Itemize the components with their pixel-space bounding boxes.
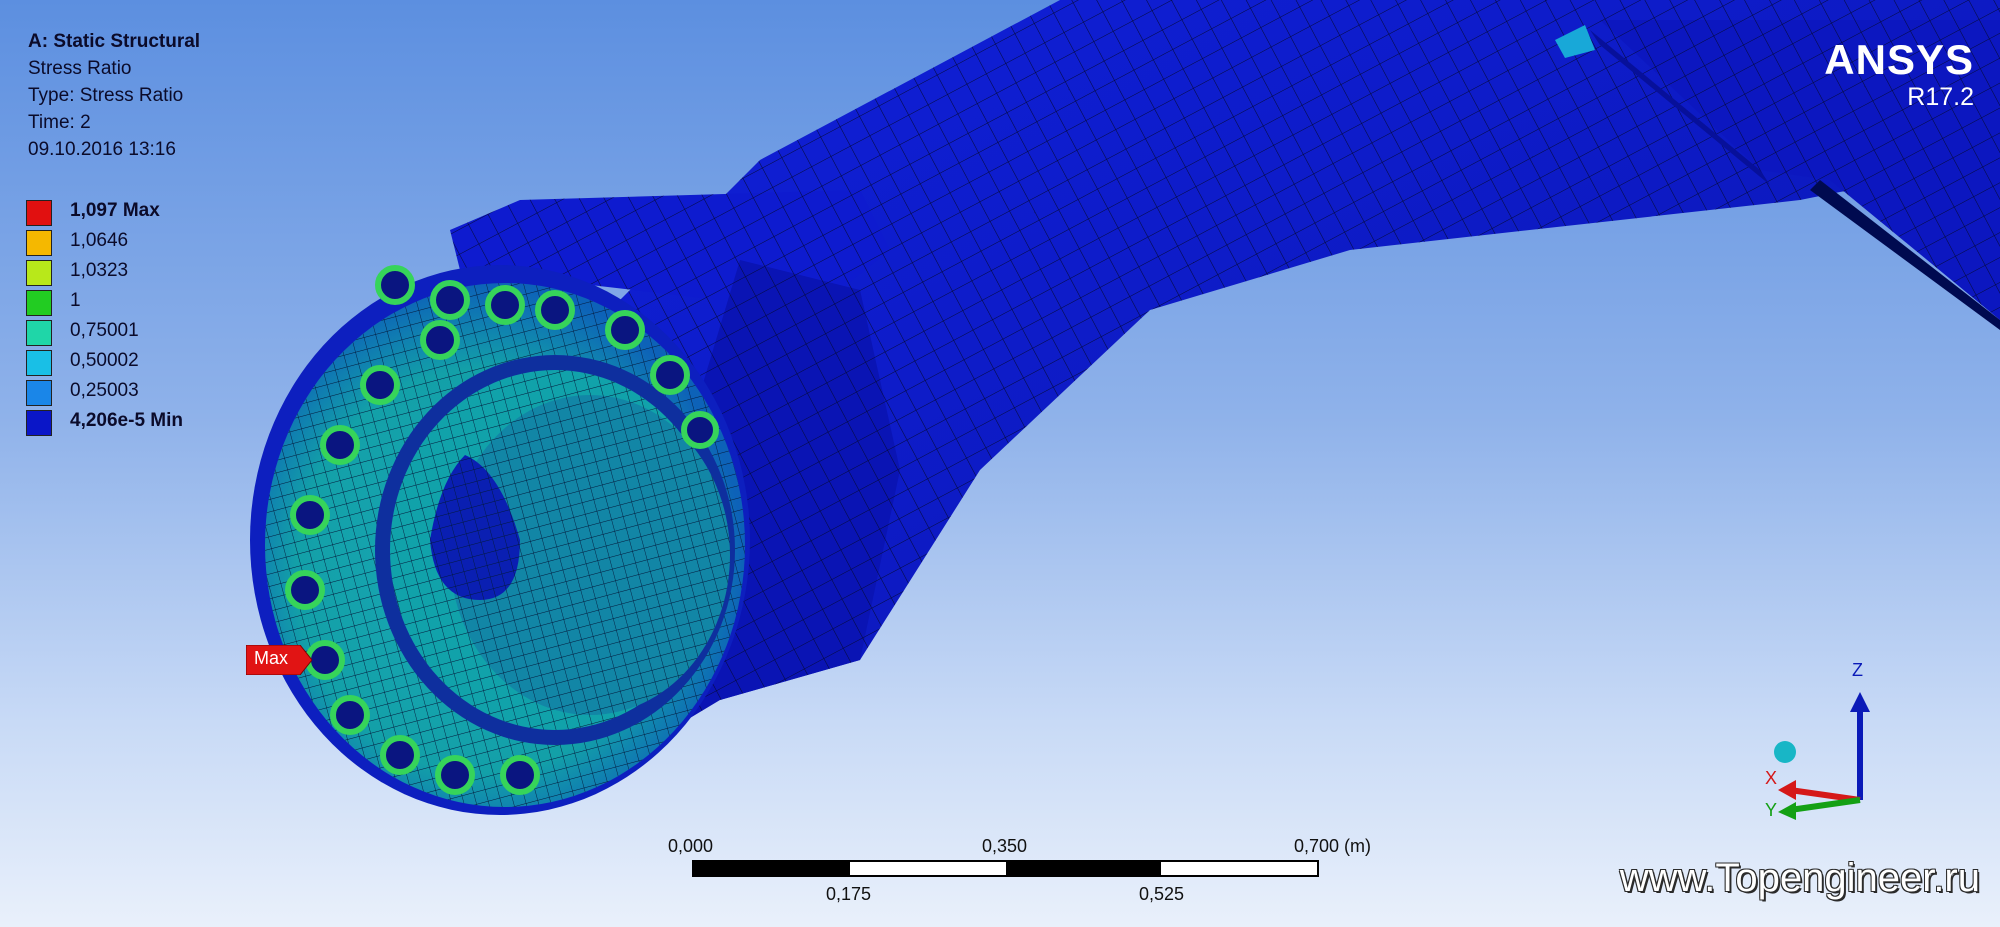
mesh-model [250,0,2000,815]
legend-swatch [26,410,52,436]
legend-value: 0,50002 [70,350,139,371]
result-info: A: Static Structural Stress Ratio Type: … [28,28,200,163]
scale-label-525: 0,525 [1139,884,1185,904]
legend-swatch [26,320,52,346]
legend-value: 1 [70,290,81,311]
legend-value: 1,0323 [70,260,129,281]
legend-swatch [26,290,52,316]
legend-value: 0,25003 [70,380,139,401]
analysis-title: A: Static Structural [28,31,201,52]
scale-label-700: 0,700 (m) [1294,836,1372,856]
legend-value: 0,75001 [70,320,139,341]
coordinate-triad[interactable] [1774,692,1870,820]
version-label: R17.2 [1907,83,1974,111]
max-probe-text: Max [254,648,289,668]
result-name: Stress Ratio [28,58,132,79]
triad-z-label: Z [1852,660,1863,680]
legend-value: 4,206e-5 Min [70,410,183,431]
triad-x-label: X [1765,768,1778,788]
legend-swatch [26,230,52,256]
result-type: Type: Stress Ratio [28,85,184,106]
scale-label-175: 0,175 [826,884,872,904]
triad-y-label: Y [1765,800,1778,820]
ansys-logo: ANSYS R17.2 [1824,38,1974,112]
legend-swatch [26,350,52,376]
brand-name: ANSYS [1824,36,1974,83]
watermark: www.Topengineer.ru [1619,856,1980,900]
scale-label-0: 0,000 [668,836,714,856]
scale-bar [692,860,1319,877]
legend-swatch [26,380,52,406]
legend-swatch [26,200,52,226]
legend-value: 1,097 Max [70,200,160,221]
max-probe-label[interactable]: Max [245,644,313,676]
legend-swatch [26,260,52,286]
result-time: Time: 2 [28,112,91,133]
legend-value: 1,0646 [70,230,129,251]
result-date: 09.10.2016 13:16 [28,139,176,160]
scale-label-350: 0,350 [982,836,1028,856]
model-viewport[interactable] [0,0,2000,927]
